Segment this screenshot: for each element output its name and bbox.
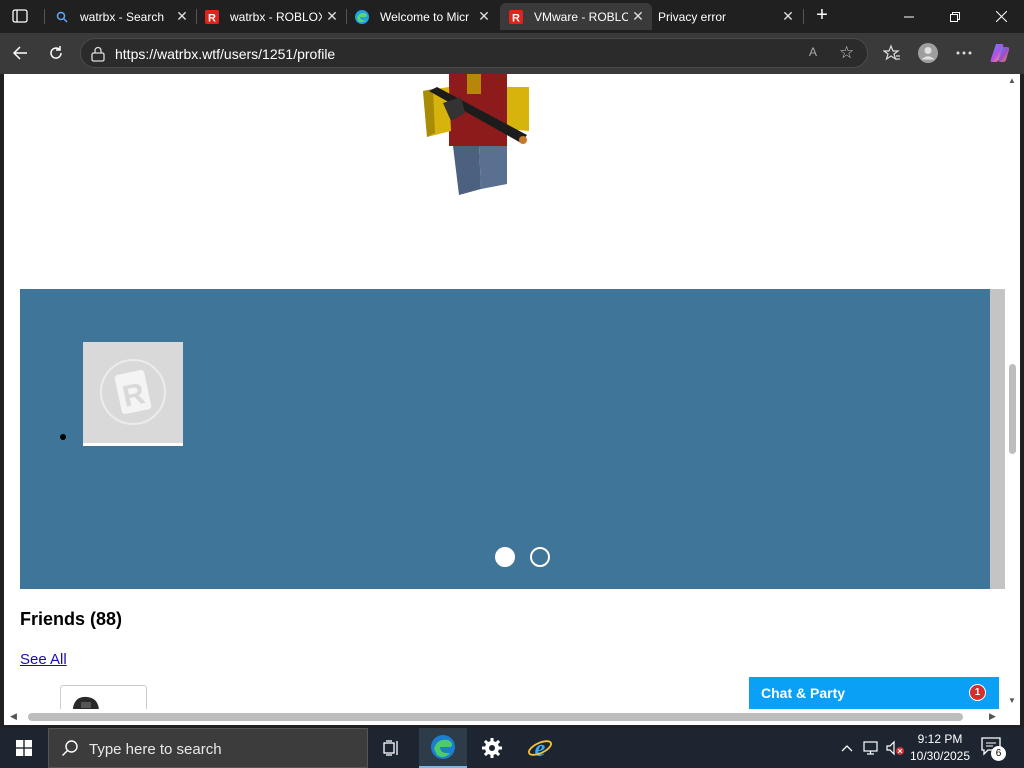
tab-title: watrbx - Search: [80, 9, 165, 24]
svg-text:e: e: [535, 736, 546, 761]
url-text[interactable]: https://watrbx.wtf/users/1251/profile: [115, 46, 335, 62]
windows-logo-icon: [16, 740, 32, 756]
notification-center-button[interactable]: 6: [980, 736, 1006, 761]
svg-text:R: R: [512, 12, 520, 24]
chevron-up-icon: [841, 745, 853, 752]
roblox-icon: R: [204, 9, 220, 25]
search-placeholder: Type here to search: [89, 741, 222, 758]
see-all-link[interactable]: See All: [20, 651, 67, 668]
tab-watrbx-roblox[interactable]: R watrbx - ROBLOX ✕: [196, 3, 346, 30]
notification-count-badge: 6: [991, 746, 1006, 761]
close-tab-icon[interactable]: ✕: [628, 8, 648, 25]
scroll-right-arrow-icon[interactable]: ▶: [989, 711, 996, 722]
scroll-left-arrow-icon[interactable]: ◀: [10, 711, 17, 722]
address-bar[interactable]: https://watrbx.wtf/users/1251/profile A …: [80, 38, 868, 68]
refresh-icon: [50, 46, 62, 59]
settings-taskbar-icon[interactable]: [468, 728, 516, 768]
friend-card[interactable]: [60, 685, 147, 709]
horizontal-scrollbar[interactable]: ◀ ▶: [4, 709, 1005, 725]
window-edge: [1020, 74, 1024, 725]
scroll-up-arrow-icon[interactable]: ▲: [1008, 76, 1016, 85]
system-clock[interactable]: 9:12 PM 10/30/2025: [904, 731, 976, 765]
friend-avatar-thumbnail: [73, 696, 99, 709]
carousel-dot-1[interactable]: [495, 547, 515, 567]
list-bullet: [60, 434, 66, 440]
search-icon: [61, 739, 79, 762]
chat-unread-badge: 1: [969, 684, 986, 701]
more-options-icon[interactable]: [950, 39, 978, 67]
close-icon: [995, 11, 1007, 22]
carousel: R: [20, 289, 1005, 589]
edge-icon: [354, 9, 370, 25]
tab-title: watrbx - ROBLOX: [230, 9, 322, 24]
tab-watrbx-search[interactable]: watrbx - Search ✕: [46, 3, 196, 30]
start-button[interactable]: [0, 728, 48, 768]
read-aloud-icon[interactable]: A: [809, 45, 817, 59]
edge-taskbar-icon[interactable]: [419, 728, 467, 768]
tab-title: VMware - ROBLO: [534, 9, 628, 24]
network-icon[interactable]: [860, 728, 882, 768]
taskbar-search-box[interactable]: Type here to search: [48, 728, 368, 768]
carousel-scrollbar[interactable]: [990, 289, 1005, 589]
show-hidden-icons[interactable]: [838, 728, 856, 768]
roblox-placeholder-image[interactable]: R: [83, 342, 183, 446]
scroll-down-arrow-icon[interactable]: ▼: [1008, 696, 1016, 705]
new-tab-button[interactable]: +: [810, 4, 834, 28]
volume-muted-icon[interactable]: [884, 728, 906, 768]
clock-date: 10/30/2025: [909, 749, 971, 763]
task-view-icon[interactable]: [368, 728, 416, 768]
close-tab-icon[interactable]: ✕: [322, 8, 342, 25]
tab-welcome-microsoft[interactable]: Welcome to Micr ✕: [346, 3, 498, 30]
friends-heading: Friends (88): [20, 609, 123, 629]
copilot-icon[interactable]: [987, 39, 1015, 67]
minimize-button[interactable]: [886, 0, 932, 33]
vertical-scroll-thumb[interactable]: [1009, 364, 1016, 454]
search-icon: [54, 9, 70, 25]
tab-separator: [803, 9, 804, 24]
profile-avatar-icon[interactable]: [914, 39, 942, 67]
browser-toolbar: https://watrbx.wtf/users/1251/profile A …: [0, 33, 1024, 74]
roblox-icon: R: [508, 9, 524, 25]
tab-strip: watrbx - Search ✕ R watrbx - ROBLOX ✕ We…: [0, 0, 1024, 33]
refresh-button[interactable]: [42, 39, 70, 67]
carousel-dot-2[interactable]: [530, 547, 550, 567]
chat-party-label: Chat & Party: [761, 685, 846, 701]
favorites-icon[interactable]: [878, 39, 906, 67]
tab-title: Welcome to Micr: [380, 9, 470, 24]
back-arrow-icon: [12, 46, 27, 60]
horizontal-scroll-thumb[interactable]: [28, 713, 963, 721]
back-button[interactable]: [6, 39, 34, 67]
tab-privacy-error[interactable]: Privacy error ✕: [652, 3, 802, 30]
taskbar: Type here to search e 9:12 PM 10/30/2025…: [0, 728, 1024, 768]
tab-vmware-roblox[interactable]: R VMware - ROBLO ✕: [500, 3, 652, 30]
tab-separator: [44, 9, 45, 24]
close-window-button[interactable]: [978, 0, 1024, 33]
close-tab-icon[interactable]: ✕: [778, 8, 798, 25]
tab-actions-icon[interactable]: [8, 6, 32, 26]
site-info-icon[interactable]: [89, 45, 107, 63]
tab-title: Privacy error: [658, 9, 727, 24]
close-tab-icon[interactable]: ✕: [474, 8, 494, 25]
avatar-render: [409, 74, 539, 204]
restore-icon: [950, 11, 960, 22]
vertical-scrollbar[interactable]: ▲ ▼: [1005, 74, 1020, 709]
svg-text:R: R: [208, 12, 216, 24]
clock-time: 9:12 PM: [917, 732, 963, 746]
chat-party-bar[interactable]: Chat & Party 1: [749, 677, 999, 709]
minimize-icon: [904, 16, 914, 17]
page-viewport: R Friends (88) See All Chat & Party 1: [4, 74, 1005, 709]
favorite-star-icon[interactable]: ☆: [839, 43, 854, 63]
close-tab-icon[interactable]: ✕: [172, 8, 192, 25]
restore-button[interactable]: [932, 0, 978, 33]
internet-explorer-icon[interactable]: e: [516, 728, 564, 768]
